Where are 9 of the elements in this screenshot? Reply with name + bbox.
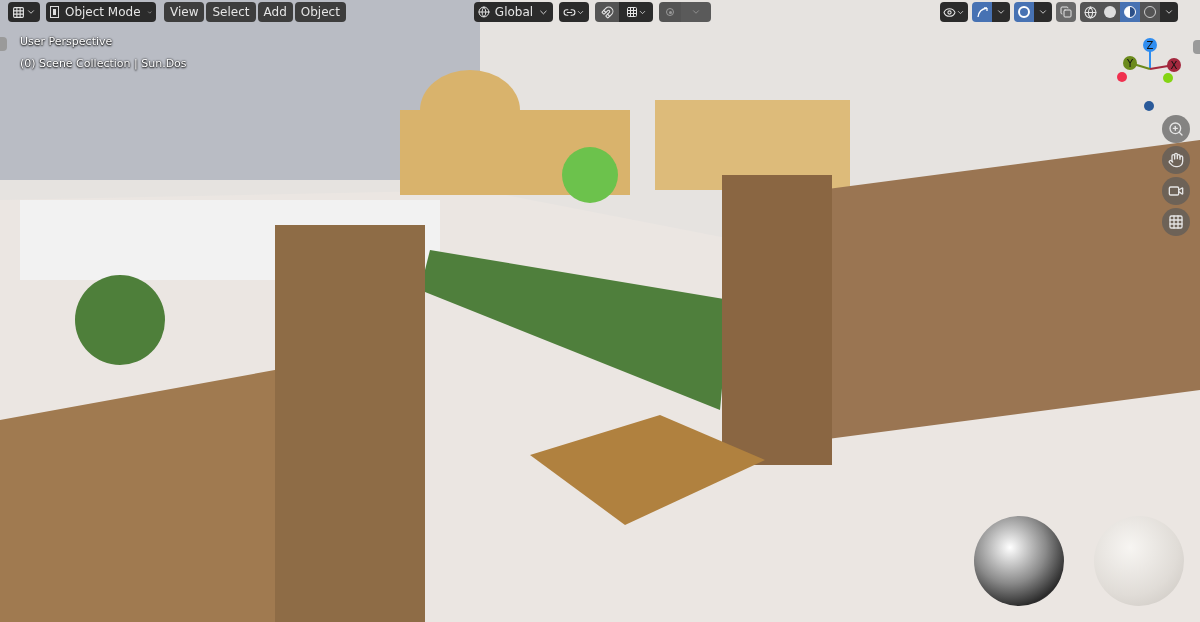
viewport-info-text: (0) Scene Collection | Sun.Dos	[20, 55, 187, 72]
navigation-gizmo[interactable]: Z Y X	[1114, 36, 1186, 116]
transform-orientation-dropdown[interactable]: Global	[474, 2, 553, 22]
menu-button[interactable]: Add	[257, 2, 293, 22]
mode-dropdown[interactable]: Object Mode	[46, 2, 156, 22]
menu-button[interactable]: View	[164, 2, 205, 22]
menu-button[interactable]: Object	[294, 2, 346, 22]
menu-button[interactable]: Select	[206, 2, 256, 22]
viewport-info-text: User Perspective	[20, 34, 114, 50]
